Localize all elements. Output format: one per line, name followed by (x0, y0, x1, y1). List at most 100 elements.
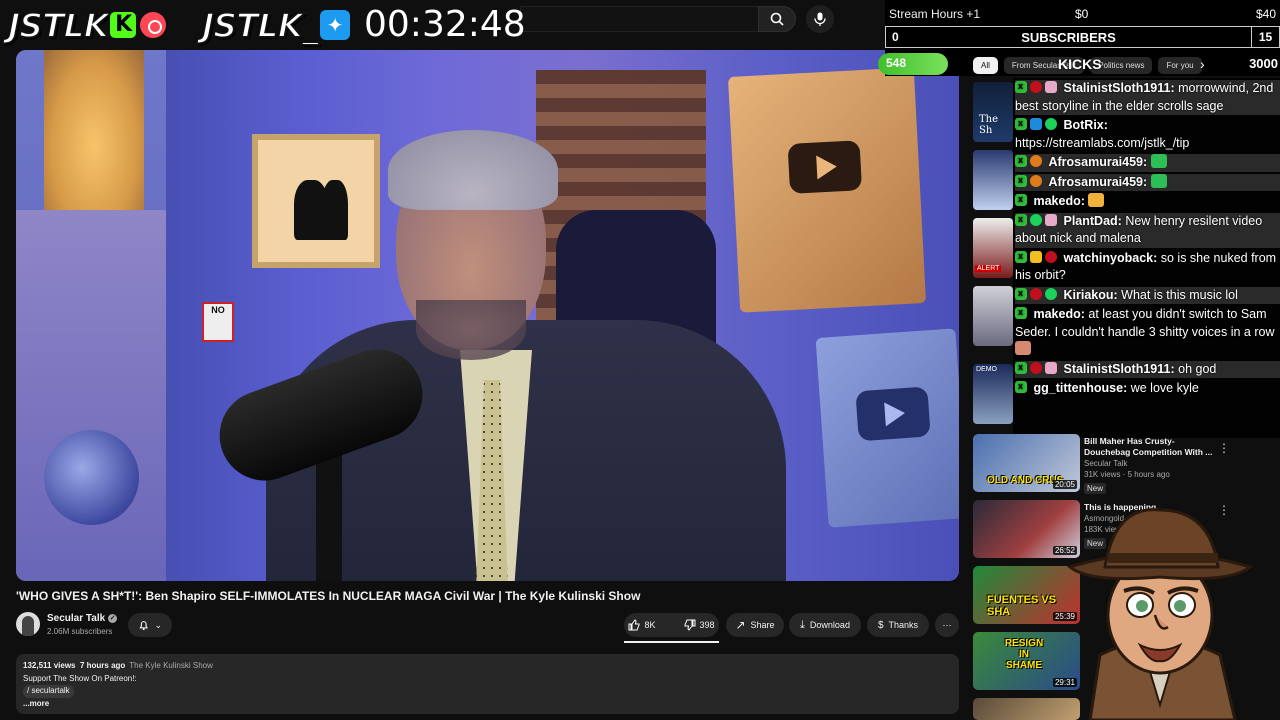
bot-badge-icon (1030, 118, 1042, 130)
twitter-bird-icon: ✦ (319, 10, 350, 40)
chat-message: Afrosamurai459: (1015, 172, 1280, 191)
more-vertical-icon[interactable]: ⋮ (1218, 441, 1230, 455)
moderator-badge-icon (1015, 248, 1027, 265)
chat-message: StalinistSloth1911: morrowwind, 2nd best… (1015, 78, 1280, 115)
moderator-badge-icon (1015, 211, 1027, 228)
gift-badge-icon (1045, 81, 1057, 93)
youtube-badge-icon (1045, 250, 1057, 263)
description-box[interactable]: 132,511 views 7 hours ago The Kyle Kulins… (16, 654, 959, 714)
thumbnail[interactable]: DEMO (973, 364, 1013, 424)
youtube-badge-icon (1030, 287, 1042, 300)
gold-play-button-plaque (727, 67, 927, 313)
download-button[interactable]: ⤓ Download (789, 613, 861, 637)
more-horizontal-icon: ⋯ (942, 619, 952, 630)
moderator-badge-icon (1015, 115, 1027, 133)
badge-icon (1045, 287, 1057, 300)
moderator-badge-icon (1015, 191, 1027, 209)
subscriber-count: 2.06M subscribers (47, 627, 113, 636)
notification-bell-button[interactable]: ⌄ (128, 613, 172, 637)
share-icon: ↗ (735, 618, 746, 632)
moderator-badge-icon (1015, 152, 1027, 170)
brand-text: JSTLK (7, 5, 110, 46)
new-badge: New (1084, 483, 1107, 494)
moderator-badge-icon (1015, 285, 1027, 302)
thumbnail[interactable] (973, 286, 1013, 346)
moderator-badge-icon (1015, 78, 1027, 96)
thumbnail[interactable]: ALERT (973, 218, 1013, 278)
cat-poster (252, 134, 380, 268)
gift-badge-icon (1045, 361, 1057, 374)
emote-icon (1150, 173, 1167, 188)
top-bar: JSTLK K JSTLK_ ✦ 00:32:48 (0, 0, 885, 50)
show-tag[interactable]: The Kyle Kulinski Show (129, 661, 213, 670)
show-more-link[interactable]: ...more (23, 698, 952, 711)
chat-message: Kiriakou: What is this music lol (1015, 285, 1280, 304)
youtube-badge-icon (1030, 361, 1042, 374)
silver-play-button-plaque (815, 328, 959, 528)
video-player[interactable]: NO (16, 50, 959, 581)
chat-message: PlantDad: New henry resilent video about… (1015, 211, 1280, 248)
globe (44, 430, 139, 525)
moderator-badge-icon (1015, 172, 1027, 189)
voice-search-button[interactable] (806, 5, 834, 33)
dislike-button[interactable]: 398 (675, 613, 724, 637)
recommended-thumbnail[interactable]: OLD AND CRUS 20:05 (973, 434, 1080, 492)
stream-hours-goal: Stream Hours +1 $0 $40 (889, 7, 1276, 21)
chat-message: gg_tittenhouse: we love kyle (1015, 378, 1280, 398)
chat-message: BotRix: https://streamlabs.com/jstlk_/ti… (1015, 115, 1280, 152)
like-dislike-group: 8K 398 (624, 613, 719, 637)
shelf (16, 210, 166, 581)
record-icon (140, 12, 167, 38)
like-button[interactable]: 8K (619, 613, 664, 637)
gift-badge-icon (1045, 213, 1057, 226)
bell-icon (139, 621, 149, 631)
verified-icon: ✓ (108, 613, 118, 623)
badge-icon (1030, 213, 1042, 226)
live-chat-overlay: StalinistSloth1911: morrowwind, 2nd best… (1013, 78, 1280, 438)
chat-message: Afrosamurai459: (1015, 152, 1280, 172)
search-icon (770, 12, 784, 26)
patreon-link[interactable]: / seculartalk (23, 685, 74, 698)
recommended-info[interactable]: Bill Maher Has Crusty-Douchebag Competit… (1084, 436, 1214, 494)
search-button[interactable] (758, 6, 796, 32)
no-sign: NO (202, 302, 234, 342)
moderator-badge-icon (1015, 359, 1027, 376)
search-input[interactable] (520, 6, 758, 32)
brand-logo-kick: JSTLK K (7, 5, 167, 46)
thumbnail[interactable] (973, 150, 1013, 210)
chevron-down-icon: ⌄ (154, 619, 162, 630)
thumbnail[interactable]: The Sh (973, 82, 1013, 142)
download-icon: ⤓ (800, 618, 805, 631)
kicks-goal: 548 KICKS 3000 (878, 52, 1280, 76)
moderator-badge-icon (1015, 304, 1027, 322)
video-title: 'WHO GIVES A SH*T!': Ben Shapiro SELF-IM… (16, 589, 641, 603)
thanks-button[interactable]: $ Thanks (867, 613, 929, 637)
cartoon-detective-avatar (1066, 508, 1254, 720)
verified-badge-icon (1045, 118, 1057, 130)
share-button[interactable]: ↗ Share (726, 613, 784, 637)
chat-message: StalinistSloth1911: oh god (1015, 359, 1280, 378)
chat-message: makedo: (1015, 191, 1280, 211)
subscribers-goal: 0 SUBSCRIBERS 15 (885, 26, 1280, 48)
chat-message: watchinyoback: so is she nuked from his … (1015, 248, 1280, 285)
microphone-icon (814, 12, 826, 26)
crown-badge-icon (1030, 250, 1042, 263)
brand-logo-twitter: JSTLK_ ✦ (201, 5, 350, 46)
youtube-badge-icon (1030, 81, 1042, 93)
kick-icon: K (110, 12, 137, 38)
more-actions-button[interactable]: ⋯ (935, 613, 959, 637)
channel-avatar[interactable] (16, 612, 40, 636)
stream-timer: 00:32:48 (364, 4, 526, 45)
thanks-icon: $ (877, 619, 884, 631)
video-duration: 20:05 (1052, 480, 1077, 489)
basketball-badge-icon (1030, 174, 1042, 187)
thumbs-down-icon (684, 619, 695, 631)
channel-name[interactable]: Secular Talk ✓ (47, 613, 118, 624)
brand-text: JSTLK_ (201, 5, 320, 46)
chat-message: makedo: at least you didn't switch to Sa… (1015, 304, 1280, 359)
emote-icon (1088, 193, 1105, 207)
moderator-badge-icon (1015, 378, 1027, 396)
lamp (44, 50, 144, 210)
emote-icon (1150, 154, 1167, 168)
thumbs-up-icon (628, 619, 640, 631)
